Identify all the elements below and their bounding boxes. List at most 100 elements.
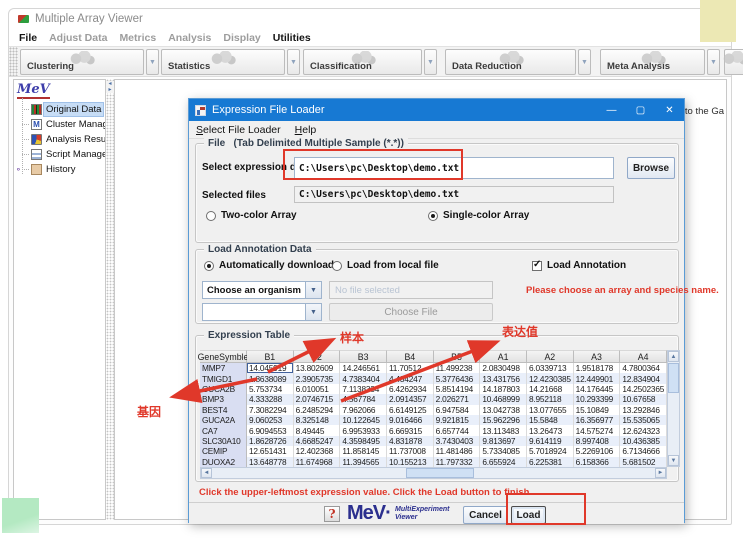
expression-cell[interactable]: 10.293399 [574, 394, 621, 404]
expression-cell[interactable]: 6.9094553 [247, 425, 294, 435]
expression-cell[interactable]: 1.9518178 [574, 363, 621, 373]
expression-cell[interactable]: 12.624323 [620, 425, 667, 435]
expression-cell[interactable]: 14.187803 [480, 384, 527, 394]
column-header-b1[interactable]: B1 [247, 350, 294, 363]
tree-item-script-manager[interactable]: Script Manager [16, 147, 106, 161]
expression-cell[interactable]: 10.122645 [340, 415, 387, 425]
expression-file-path-input[interactable]: C:\Users\pc\Desktop\demo.txt [294, 157, 614, 179]
toolbar-dropdown-classification[interactable]: ▼ [424, 49, 437, 75]
expression-cell[interactable]: 4.3598495 [340, 436, 387, 446]
expression-cell[interactable]: 2.3905735 [294, 373, 341, 383]
array-combobox[interactable]: ▼ [202, 303, 322, 321]
expand-toggle-icon[interactable]: ⚬ [15, 165, 22, 174]
expression-cell[interactable]: 6.657744 [434, 425, 481, 435]
expression-cell[interactable]: 5.8514194 [434, 384, 481, 394]
expression-cell[interactable]: 13.648778 [247, 457, 294, 467]
column-header-b4[interactable]: B4 [387, 350, 434, 363]
tree-item-history[interactable]: ⚬History [16, 162, 78, 176]
expression-cell[interactable]: 11.499238 [434, 363, 481, 373]
expression-cell[interactable]: 9.614119 [527, 436, 574, 446]
expression-cell[interactable]: 8.49445 [294, 425, 341, 435]
tree-item-original-data[interactable]: Original Data [16, 102, 103, 116]
expression-cell[interactable]: 2.0746715 [294, 394, 341, 404]
expression-cell[interactable]: 12.402368 [294, 446, 341, 456]
expression-cell[interactable]: 11.737008 [387, 446, 434, 456]
column-header-b3[interactable]: B3 [340, 350, 387, 363]
expression-cell[interactable]: 4.831878 [387, 436, 434, 446]
expression-cell[interactable]: 13.077655 [527, 405, 574, 415]
expression-cell[interactable]: 1.8628726 [247, 436, 294, 446]
expression-cell[interactable]: 5.681502 [620, 457, 667, 467]
panel-splitter[interactable]: ◂▸ [106, 79, 114, 520]
expression-cell[interactable]: 13.042738 [480, 405, 527, 415]
expression-cell[interactable]: 15.962296 [480, 415, 527, 425]
two-color-radio-circle[interactable] [206, 211, 216, 221]
menu-utilities[interactable]: Utilities [273, 32, 311, 44]
scroll-up-icon[interactable]: ▲ [668, 351, 679, 362]
window-titlebar[interactable]: Multiple Array Viewer [9, 9, 731, 29]
expression-cell[interactable]: 4.434247 [387, 373, 434, 383]
expression-cell[interactable]: 6.7134666 [620, 446, 667, 456]
column-header-a4[interactable]: A4 [620, 350, 667, 363]
expression-cell[interactable]: 12.651431 [247, 446, 294, 456]
expression-cell[interactable]: 9.060253 [247, 415, 294, 425]
scroll-right-icon[interactable]: ► [655, 468, 666, 478]
expression-cell[interactable]: 7.1138334 [340, 384, 387, 394]
expression-cell[interactable]: 6.9953933 [340, 425, 387, 435]
expression-cell[interactable]: 11.674968 [294, 457, 341, 467]
toolbar-button-partial[interactable] [724, 49, 743, 75]
expression-cell[interactable]: 9.813697 [480, 436, 527, 446]
expression-cell[interactable]: 6.225381 [527, 457, 574, 467]
expression-cell[interactable]: 5.7018924 [527, 446, 574, 456]
expression-cell[interactable]: 8.325148 [294, 415, 341, 425]
close-button[interactable]: ✕ [655, 99, 684, 121]
expression-cell[interactable]: 13.802609 [294, 363, 341, 373]
load-button[interactable]: Load [511, 506, 546, 524]
expression-cell[interactable]: 10.155213 [387, 457, 434, 467]
gene-cell[interactable]: GUCA2B [200, 384, 247, 394]
tree-root-mev-logo[interactable]: MeV [17, 82, 50, 99]
gene-cell[interactable]: TMIGD1 [200, 373, 247, 383]
gene-cell[interactable]: CEMIP [200, 446, 247, 456]
expression-cell[interactable]: 11.858145 [340, 446, 387, 456]
load-local-radio-circle[interactable] [332, 261, 342, 271]
gene-cell[interactable]: DUOXA2 [200, 457, 247, 467]
expression-cell[interactable]: 13.292846 [620, 405, 667, 415]
vertical-scrollbar[interactable]: ▲ ▼ [667, 350, 680, 467]
expression-cell[interactable]: 2.0914357 [387, 394, 434, 404]
load-annotation-checkbox[interactable]: Load Annotation [532, 260, 626, 271]
help-button[interactable]: ? [324, 506, 340, 522]
expression-cell[interactable]: 3.7430403 [434, 436, 481, 446]
expression-cell[interactable]: 14.2502365 [620, 384, 667, 394]
expression-cell[interactable]: 8.997408 [574, 436, 621, 446]
column-header-b2[interactable]: B2 [294, 350, 341, 363]
expression-cell[interactable]: 15.535065 [620, 415, 667, 425]
column-header-genesymble[interactable]: GeneSymble [200, 350, 247, 363]
column-header-b5[interactable]: B5 [434, 350, 481, 363]
gene-cell[interactable]: SLC30A10 [200, 436, 247, 446]
combo-dropdown-arrow-icon[interactable]: ▼ [305, 304, 321, 320]
combo-dropdown-arrow-icon[interactable]: ▼ [305, 282, 321, 298]
expression-cell[interactable]: 4.6685247 [294, 436, 341, 446]
organism-combobox[interactable]: Choose an organism ▼ [202, 281, 322, 299]
load-local-radio[interactable]: Load from local file [332, 260, 439, 271]
expression-cell[interactable]: 13.113483 [480, 425, 527, 435]
toolbar-dropdown-data-reduction[interactable]: ▼ [578, 49, 591, 75]
gene-cell[interactable]: GUCA2A [200, 415, 247, 425]
expression-cell[interactable]: 6.0339713 [527, 363, 574, 373]
expression-cell[interactable]: 13.26473 [527, 425, 574, 435]
expression-cell[interactable]: 5.2269106 [574, 446, 621, 456]
toolbar-button-classification[interactable]: Classification [303, 49, 422, 75]
expression-cell[interactable]: 11.394565 [340, 457, 387, 467]
horizontal-scrollbar-thumb[interactable] [406, 468, 474, 478]
expression-cell[interactable]: 6.669315 [387, 425, 434, 435]
minimize-button[interactable]: — [597, 99, 626, 121]
toolbar-button-data-reduction[interactable]: Data Reduction [445, 49, 576, 75]
expression-cell[interactable]: 5.753734 [247, 384, 294, 394]
toolbar-button-meta-analysis[interactable]: Meta Analysis [600, 49, 705, 75]
column-header-a3[interactable]: A3 [574, 350, 621, 363]
expression-cell[interactable]: 14.176445 [574, 384, 621, 394]
expression-cell[interactable]: 14.246561 [340, 363, 387, 373]
scroll-left-icon[interactable]: ◄ [201, 468, 212, 478]
dialog-menu-help[interactable]: Help [295, 124, 317, 136]
